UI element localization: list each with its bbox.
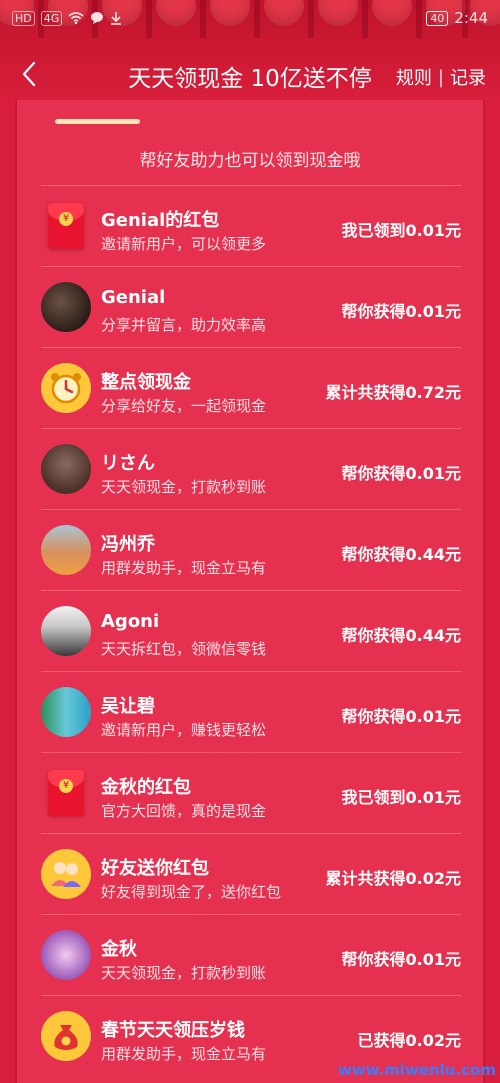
chat-app-icon [91,12,104,24]
item-name: Genial的红包 [101,210,220,231]
list-item[interactable]: ¥ Genial的红包 邀请新用户，可以领更多 我已领到0.01元 [41,185,461,266]
alarm-clock-icon [41,363,91,413]
download-icon [111,12,122,25]
item-amount: 我已领到0.01元 [341,221,461,240]
list-item[interactable]: 好友送你红包 好友得到现金了，送你红包 累计共获得0.02元 [41,833,461,914]
network-badge: 4G [40,10,63,26]
item-name: 春节天天领压岁钱 [101,1020,245,1041]
wifi-icon [68,12,84,24]
item-name: 吴让碧 [101,696,155,717]
link-separator: | [437,66,444,88]
item-name: リさん [101,453,155,474]
header-bar: 天天领现金 10亿送不停 规则 | 记录 [0,50,500,100]
item-desc: 用群发助手，现金立马有 [101,559,267,577]
item-desc: 好友得到现金了，送你红包 [101,883,282,901]
red-envelope-icon: ¥ [48,203,84,249]
item-amount: 帮你获得0.01元 [341,464,461,483]
main-card: 帮好友助力也可以领到现金哦 ¥ Genial的红包 邀请新用户，可以领更多 我已… [15,100,485,1083]
clock-time: 2:44 [454,9,488,27]
item-amount: 帮你获得0.01元 [341,950,461,969]
item-amount: 帮你获得0.44元 [341,626,461,645]
list-item[interactable]: Genial 分享并留言，助力效率高 帮你获得0.01元 [41,266,461,347]
item-name: 好友送你红包 [101,858,209,879]
status-bar: HD 4G 40 2:44 [0,0,500,36]
avatar [41,444,91,494]
hd-badge: HD [12,10,35,26]
avatar [41,525,91,575]
list-item[interactable]: 整点领现金 分享给好友，一起领现金 累计共获得0.72元 [41,347,461,428]
item-desc: 用群发助手，现金立马有 [101,1045,267,1063]
item-amount: 累计共获得0.02元 [325,869,461,888]
back-button[interactable] [14,56,44,92]
list-item[interactable]: ¥ 金秋的红包 官方大回馈，真的是现金 我已领到0.01元 [41,752,461,833]
item-name: 金秋 [101,939,137,960]
item-desc: 分享给好友，一起领现金 [101,397,267,415]
records-link[interactable]: 记录 [450,64,486,90]
item-name: Agoni [101,611,160,632]
item-desc: 天天拆红包，领微信零钱 [101,640,267,658]
item-amount: 已获得0.02元 [357,1031,461,1050]
reward-list: ¥ Genial的红包 邀请新用户，可以领更多 我已领到0.01元 Genial… [41,185,461,1076]
item-desc: 邀请新用户，赚钱更轻松 [101,721,267,739]
battery-icon: 40 [426,10,449,26]
item-name: 金秋的红包 [101,777,191,798]
back-arrow-icon [22,61,36,87]
item-desc: 分享并留言，助力效率高 [101,316,267,334]
list-item[interactable]: 吴让碧 邀请新用户，赚钱更轻松 帮你获得0.01元 [41,671,461,752]
header-links: 规则 | 记录 [396,64,486,90]
money-bag-icon [41,1011,91,1061]
avatar [41,282,91,332]
item-name: Genial [101,287,166,308]
active-tab-indicator [55,119,140,124]
avatar [41,687,91,737]
friends-icon [41,849,91,899]
subtitle: 帮好友助力也可以领到现金哦 [139,151,361,171]
item-desc: 天天领现金，打款秒到账 [101,478,267,496]
tab-bar [17,100,483,130]
rules-link[interactable]: 规则 [396,64,432,90]
item-desc: 邀请新用户，可以领更多 [101,235,267,253]
item-desc: 天天领现金，打款秒到账 [101,964,267,982]
item-desc: 官方大回馈，真的是现金 [101,802,267,820]
list-item[interactable]: リさん 天天领现金，打款秒到账 帮你获得0.01元 [41,428,461,509]
avatar [41,606,91,656]
item-amount: 我已领到0.01元 [341,788,461,807]
item-amount: 帮你获得0.01元 [341,302,461,321]
item-amount: 累计共获得0.72元 [325,383,461,402]
status-left: HD 4G [12,10,122,26]
red-envelope-icon: ¥ [48,770,84,816]
list-item[interactable]: Agoni 天天拆红包，领微信零钱 帮你获得0.44元 [41,590,461,671]
list-item[interactable]: 冯州乔 用群发助手，现金立马有 帮你获得0.44元 [41,509,461,590]
item-name: 整点领现金 [101,372,191,393]
item-name: 冯州乔 [101,534,155,555]
status-right: 40 2:44 [426,9,488,27]
item-amount: 帮你获得0.01元 [341,707,461,726]
watermark: www.miwenlu.com [337,1061,496,1079]
list-item[interactable]: 金秋 天天领现金，打款秒到账 帮你获得0.01元 [41,914,461,995]
avatar [41,930,91,980]
item-amount: 帮你获得0.44元 [341,545,461,564]
